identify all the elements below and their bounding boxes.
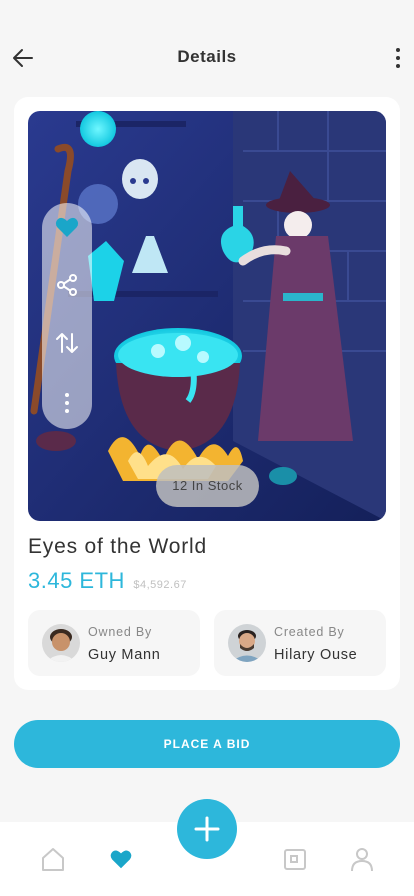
nav-profile[interactable]: [349, 846, 375, 872]
heart-icon: [110, 850, 132, 869]
place-bid-button[interactable]: PLACE A BID: [14, 720, 400, 768]
action-bar: [42, 203, 92, 429]
add-button[interactable]: [177, 799, 237, 859]
more-options-button[interactable]: [390, 44, 406, 72]
page-title: Details: [177, 47, 237, 66]
swap-icon: [56, 333, 78, 353]
heart-icon: [55, 217, 79, 237]
creator-role-label: Created By: [274, 625, 345, 639]
creator-name: Hilary Ouse: [274, 647, 358, 663]
nft-artwork[interactable]: 12 In Stock: [28, 111, 386, 521]
nft-detail-card: 12 In Stock Eyes of the World 3.45 ETH $…: [14, 97, 400, 690]
more-actions-button[interactable]: [53, 389, 81, 417]
profile-icon: [351, 848, 373, 872]
share-icon: [57, 274, 77, 296]
creator-card[interactable]: Created By Hilary Ouse: [214, 610, 386, 676]
creator-avatar: [228, 624, 266, 662]
nft-title: Eyes of the World: [28, 535, 207, 558]
eth-price: 3.45 ETH: [28, 568, 125, 593]
add-icon: [194, 816, 220, 842]
stock-badge: 12 In Stock: [156, 465, 259, 507]
owner-name: Guy Mann: [88, 647, 161, 663]
nav-wallet[interactable]: [282, 846, 308, 872]
nav-home[interactable]: [40, 846, 66, 872]
share-button[interactable]: [53, 271, 81, 299]
transfer-button[interactable]: [53, 329, 81, 357]
price-row: 3.45 ETH $4,592.67: [28, 568, 187, 594]
more-vertical-icon: [65, 393, 69, 413]
fiat-price: $4,592.67: [133, 579, 187, 591]
wallet-icon: [284, 849, 306, 870]
nav-favorites[interactable]: [108, 846, 134, 872]
favorite-button[interactable]: [53, 213, 81, 241]
more-vertical-icon: [396, 48, 400, 68]
owner-card[interactable]: Owned By Guy Mann: [28, 610, 200, 676]
owner-avatar: [42, 624, 80, 662]
owner-role-label: Owned By: [88, 625, 153, 639]
home-icon: [42, 848, 64, 871]
